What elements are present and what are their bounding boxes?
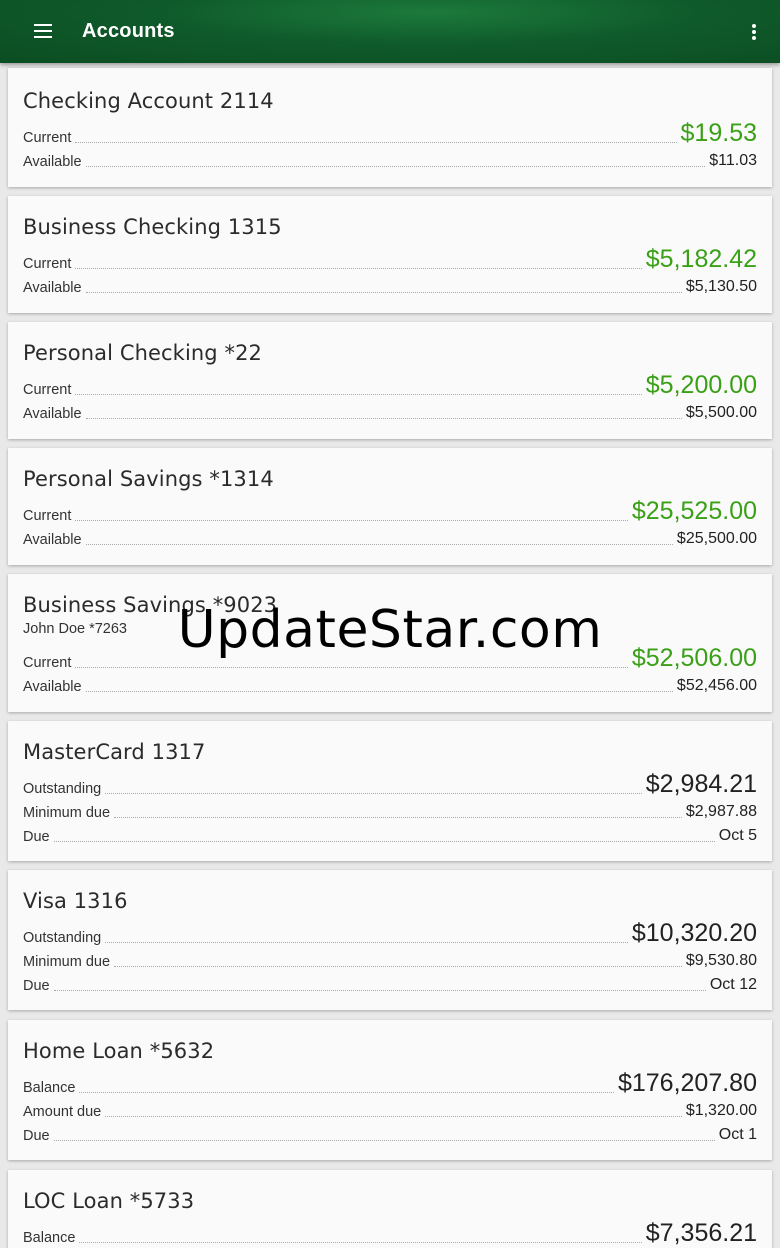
account-name: LOC Loan *5733 <box>23 1189 195 1213</box>
leader-dots <box>85 418 682 419</box>
balance-row: Minimum due $2,987.88 <box>23 803 757 821</box>
leader-dots <box>75 268 642 269</box>
account-card-checking-2114[interactable]: Checking Account 2114 Current $19.53 Avai… <box>8 68 772 187</box>
account-card-personal-checking-22[interactable]: Personal Checking *22 Current $5,200.00 A… <box>8 322 772 439</box>
leader-dots <box>53 841 715 842</box>
leader-dots <box>79 1092 614 1093</box>
balance-value: $52,456.00 <box>676 677 757 694</box>
leader-dots <box>85 292 682 293</box>
balance-row: Due Oct 12 <box>23 976 757 994</box>
balance-row: Available $25,500.00 <box>23 530 757 548</box>
balance-label: Current <box>23 256 72 272</box>
leader-dots <box>105 1116 682 1117</box>
balance-value: $2,984.21 <box>645 770 757 798</box>
balance-value: $10,320.20 <box>631 919 757 947</box>
balance-label: Due <box>23 829 50 845</box>
balance-value: $5,200.00 <box>645 371 757 399</box>
balance-row: Due Oct 1 <box>23 1126 757 1144</box>
account-name: MasterCard 1317 <box>23 740 206 764</box>
overflow-menu-icon[interactable] <box>740 14 768 50</box>
balance-value: $1,320.00 <box>685 1102 757 1119</box>
balance-row: Current $5,200.00 <box>23 372 757 398</box>
balance-value: Oct 5 <box>718 827 757 844</box>
leader-dots <box>75 667 628 668</box>
balance-label: Balance <box>23 1080 76 1096</box>
balance-row: Current $19.53 <box>23 120 757 146</box>
balance-value: $5,130.50 <box>685 278 757 295</box>
balance-label: Available <box>23 280 82 296</box>
balance-label: Current <box>23 130 72 146</box>
page-title: Accounts <box>82 20 175 42</box>
balance-row: Balance $176,207.80 <box>23 1070 757 1096</box>
account-name: Visa 1316 <box>23 889 128 913</box>
account-card-personal-savings-1314[interactable]: Personal Savings *1314 Current $25,525.00… <box>8 448 772 565</box>
leader-dots <box>53 1140 715 1141</box>
balance-label: Outstanding <box>23 781 102 797</box>
leader-dots <box>85 691 673 692</box>
leader-dots <box>114 966 682 967</box>
balance-label: Due <box>23 1128 50 1144</box>
menu-icon[interactable] <box>22 14 62 50</box>
balance-row: Outstanding $2,984.21 <box>23 771 757 797</box>
account-card-loc-loan-5733[interactable]: LOC Loan *5733 Balance $7,356.21 <box>8 1170 772 1248</box>
account-name: Checking Account 2114 <box>23 89 274 113</box>
account-name: Business Checking 1315 <box>23 215 282 239</box>
balance-row: Due Oct 5 <box>23 827 757 845</box>
balance-value: Oct 1 <box>718 1126 757 1143</box>
balance-value: $176,207.80 <box>617 1069 757 1097</box>
leader-dots <box>53 990 706 991</box>
account-card-mastercard-1317[interactable]: MasterCard 1317 Outstanding $2,984.21 Min… <box>8 721 772 861</box>
balance-label: Current <box>23 508 72 524</box>
balance-row: Current $5,182.42 <box>23 246 757 272</box>
balance-label: Balance <box>23 1230 76 1246</box>
balance-value: $19.53 <box>680 119 757 147</box>
balance-value: $2,987.88 <box>685 803 757 820</box>
account-card-business-checking-1315[interactable]: Business Checking 1315 Current $5,182.42 … <box>8 196 772 313</box>
balance-row: Available $5,130.50 <box>23 278 757 296</box>
leader-dots <box>85 544 673 545</box>
watermark-text: UpdateStar.com <box>177 600 603 660</box>
balance-value: $9,530.80 <box>685 952 757 969</box>
balance-label: Available <box>23 532 82 548</box>
account-name: Personal Checking *22 <box>23 341 263 365</box>
balance-row: Available $5,500.00 <box>23 404 757 422</box>
balance-value: $7,356.21 <box>645 1219 757 1247</box>
balance-label: Available <box>23 154 82 170</box>
balance-label: Minimum due <box>23 805 111 821</box>
balance-value: $5,182.42 <box>645 245 757 273</box>
leader-dots <box>105 942 628 943</box>
balance-value: $11.03 <box>709 152 757 169</box>
balance-label: Amount due <box>23 1104 102 1120</box>
balance-row: Available $11.03 <box>23 152 757 170</box>
leader-dots <box>79 1242 642 1243</box>
balance-row: Available $52,456.00 <box>23 677 757 695</box>
balance-row: Balance $7,356.21 <box>23 1220 757 1246</box>
balance-label: Minimum due <box>23 954 111 970</box>
account-name: Personal Savings *1314 <box>23 467 274 491</box>
leader-dots <box>75 142 677 143</box>
balance-label: Available <box>23 679 82 695</box>
leader-dots <box>75 394 642 395</box>
account-card-home-loan-5632[interactable]: Home Loan *5632 Balance $176,207.80 Amoun… <box>8 1020 772 1160</box>
leader-dots <box>85 166 706 167</box>
app-bar: Accounts <box>0 0 780 63</box>
balance-label: Outstanding <box>23 930 102 946</box>
balance-value: $25,525.00 <box>631 497 757 525</box>
balance-value: Oct 12 <box>709 976 757 993</box>
balance-value: $25,500.00 <box>676 530 757 547</box>
account-card-visa-1316[interactable]: Visa 1316 Outstanding $10,320.20 Minimum … <box>8 870 772 1010</box>
leader-dots <box>114 817 682 818</box>
balance-row: Current $25,525.00 <box>23 498 757 524</box>
leader-dots <box>105 793 642 794</box>
balance-label: Available <box>23 406 82 422</box>
balance-value: $5,500.00 <box>685 404 757 421</box>
leader-dots <box>75 520 628 521</box>
balance-row: Amount due $1,320.00 <box>23 1102 757 1120</box>
balance-label: Current <box>23 382 72 398</box>
balance-row: Minimum due $9,530.80 <box>23 952 757 970</box>
balance-label: Due <box>23 978 50 994</box>
account-name: Home Loan *5632 <box>23 1039 215 1063</box>
balance-row: Outstanding $10,320.20 <box>23 920 757 946</box>
